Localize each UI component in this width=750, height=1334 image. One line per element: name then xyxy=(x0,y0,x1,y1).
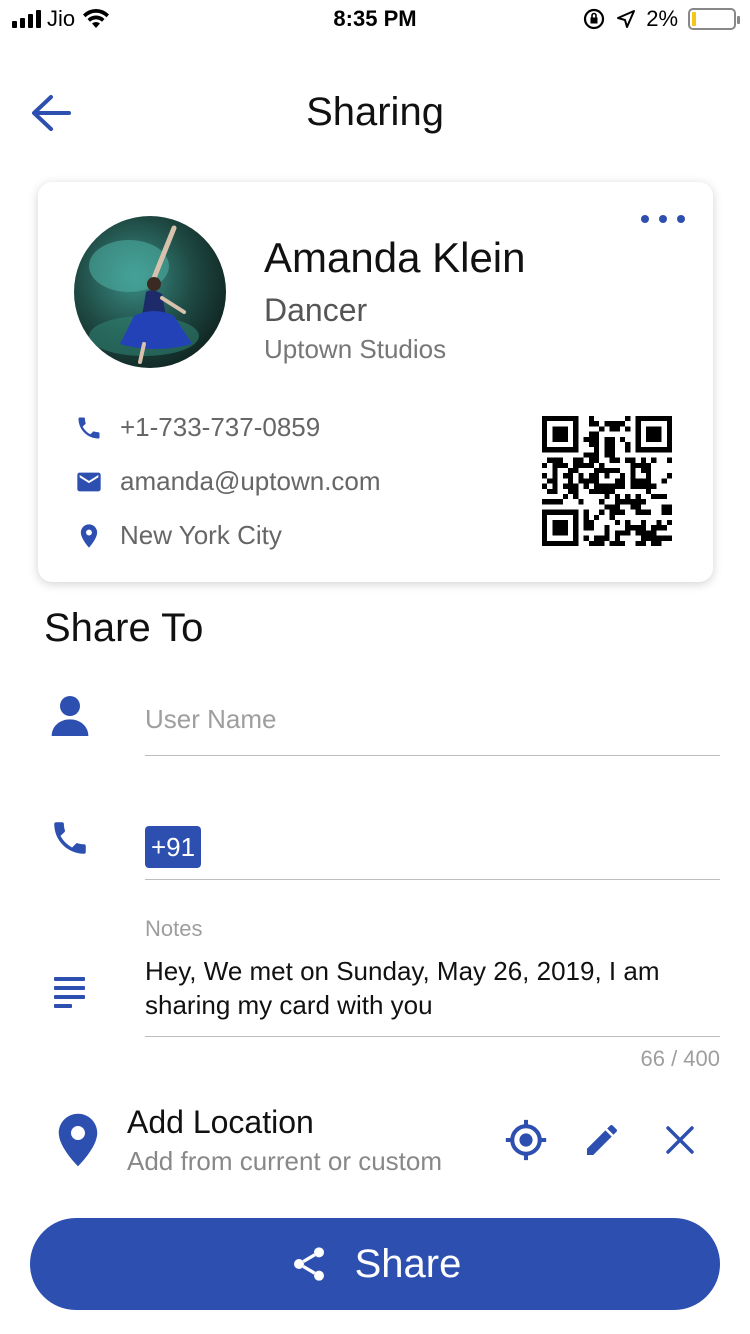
more-dot xyxy=(641,215,649,223)
qr-code-image xyxy=(542,416,672,546)
more-dot xyxy=(677,215,685,223)
pencil-icon xyxy=(587,1124,617,1155)
phone-number-input[interactable] xyxy=(145,826,720,880)
more-options-button[interactable] xyxy=(641,206,685,232)
contact-phone: +1-733-737-0859 xyxy=(120,412,321,442)
gps-target-icon xyxy=(505,1119,547,1161)
app-header: Sharing xyxy=(0,60,750,164)
email-icon xyxy=(74,467,104,497)
page-title: Sharing xyxy=(306,90,444,134)
notes-underline xyxy=(145,1036,720,1037)
battery-percent: 2% xyxy=(646,6,678,31)
phone-icon xyxy=(74,413,104,443)
close-icon xyxy=(666,1126,694,1154)
contact-phone-row[interactable]: +1-733-737-0859 xyxy=(74,412,320,443)
contact-email: amanda@uptown.com xyxy=(120,466,381,496)
share-button-label: Share xyxy=(354,1241,462,1286)
share-to-heading: Share To xyxy=(44,606,204,650)
add-location-pin-icon xyxy=(56,1112,100,1168)
avatar xyxy=(74,216,226,368)
user-icon xyxy=(48,694,92,738)
share-icon xyxy=(293,1247,324,1281)
location-arrow-icon xyxy=(617,10,636,28)
location-pin-icon xyxy=(74,521,104,551)
profile-name: Amanda Klein xyxy=(264,234,526,281)
contact-location-row[interactable]: New York City xyxy=(74,520,282,551)
clear-location-button[interactable] xyxy=(656,1116,704,1164)
profile-role: Dancer xyxy=(264,292,368,328)
more-dot xyxy=(659,215,667,223)
contact-email-row[interactable]: amanda@uptown.com xyxy=(74,466,381,497)
contact-location: New York City xyxy=(120,520,282,550)
user-name-placeholder: User Name xyxy=(145,704,277,734)
notes-counter: 66 / 400 xyxy=(640,1046,720,1071)
status-right: 2% xyxy=(582,6,740,32)
profile-company: Uptown Studios xyxy=(264,334,447,364)
status-bar: Jio 8:35 PM 2% xyxy=(0,0,750,40)
add-location-title: Add Location xyxy=(127,1104,314,1140)
notes-icon xyxy=(48,970,92,1014)
add-location-subtitle: Add from current or custom xyxy=(127,1146,442,1176)
user-name-input[interactable]: User Name xyxy=(145,704,720,756)
profile-card: Amanda Klein Dancer Uptown Studios +1-73… xyxy=(38,182,713,582)
edit-location-button[interactable] xyxy=(578,1116,626,1164)
orientation-lock-icon xyxy=(584,8,605,30)
avatar-photo xyxy=(74,216,226,368)
qr-code[interactable] xyxy=(542,416,672,546)
share-button[interactable]: Share xyxy=(30,1218,720,1310)
notes-textarea[interactable]: Hey, We met on Sunday, May 26, 2019, I a… xyxy=(145,954,720,1022)
phone-field-icon xyxy=(48,816,92,860)
notes-label: Notes xyxy=(145,916,203,941)
current-location-button[interactable] xyxy=(502,1116,550,1164)
battery-icon xyxy=(688,8,740,30)
